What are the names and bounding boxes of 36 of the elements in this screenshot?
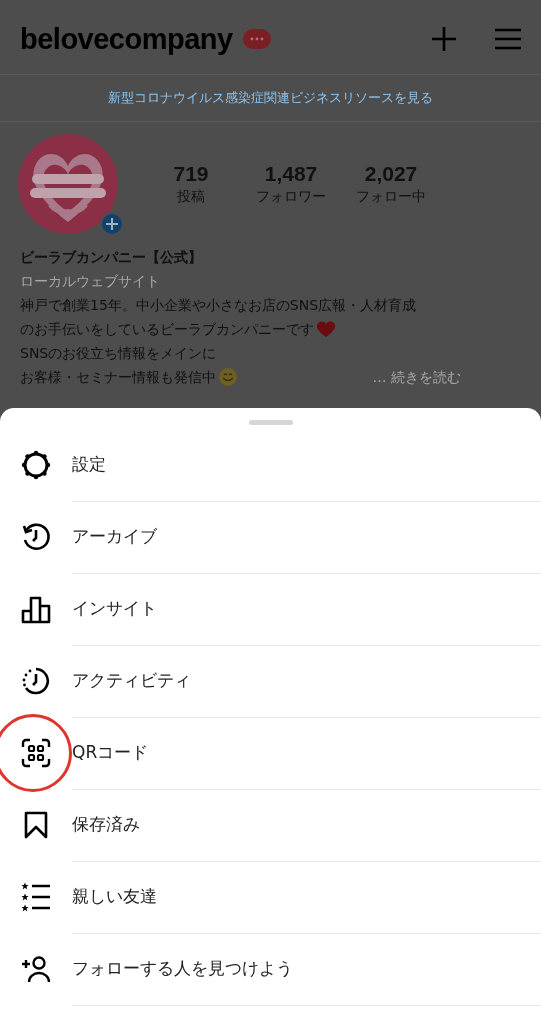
menu-item-label: 設定 — [72, 428, 541, 502]
starred-list-icon — [21, 882, 51, 912]
menu-item-label: フォローする人を見つけよう — [72, 932, 541, 1006]
drag-handle[interactable] — [248, 420, 293, 425]
dotted-clock-icon — [21, 666, 51, 696]
read-more-link[interactable]: … 続きを読む — [372, 366, 461, 388]
add-person-icon — [21, 954, 51, 984]
username[interactable]: belovecompany — [20, 22, 233, 56]
menu-item[interactable]: 保存済み — [0, 789, 541, 861]
qr-scan-icon — [21, 738, 51, 768]
notification-badge-icon[interactable] — [242, 29, 271, 49]
category-label: ローカルウェブサイト — [20, 272, 160, 291]
menu-item[interactable]: QRコード — [0, 717, 541, 789]
menu-item-label: アーカイブ — [72, 500, 541, 574]
bar-chart-icon — [21, 594, 51, 624]
menu-item-label: 保存済み — [72, 788, 541, 862]
add-story-icon[interactable] — [100, 212, 124, 236]
plus-icon[interactable] — [431, 26, 457, 52]
history-clock-icon — [21, 522, 51, 552]
display-name: ビーラブカンパニー【公式】 — [20, 248, 202, 267]
menu-item[interactable]: フォローする人を見つけよう — [0, 933, 541, 1005]
menu-item[interactable]: アクティビティ — [0, 645, 541, 717]
menu-item[interactable]: インサイト — [0, 573, 541, 645]
bio-text: 神戸で創業15年。中小企業や小さなお店のSNS広報・人材育成 — [20, 296, 417, 315]
menu-icon[interactable] — [495, 28, 521, 50]
menu-item[interactable]: 設定 — [0, 429, 541, 501]
menu-item-label: インサイト — [72, 572, 541, 646]
settings-icon — [21, 450, 51, 480]
business-resources-link[interactable]: 新型コロナウイルス感染症関連ビジネスリソースを見る — [108, 89, 433, 107]
menu-item-label: QRコード — [72, 716, 541, 790]
menu-item[interactable]: 親しい友達 — [0, 861, 541, 933]
menu-item-label: 親しい友達 — [72, 860, 541, 934]
smiley-icon — [218, 367, 238, 387]
menu-item-label: アクティビティ — [72, 644, 541, 718]
menu-item[interactable]: アーカイブ — [0, 501, 541, 573]
heart-icon — [316, 320, 336, 338]
